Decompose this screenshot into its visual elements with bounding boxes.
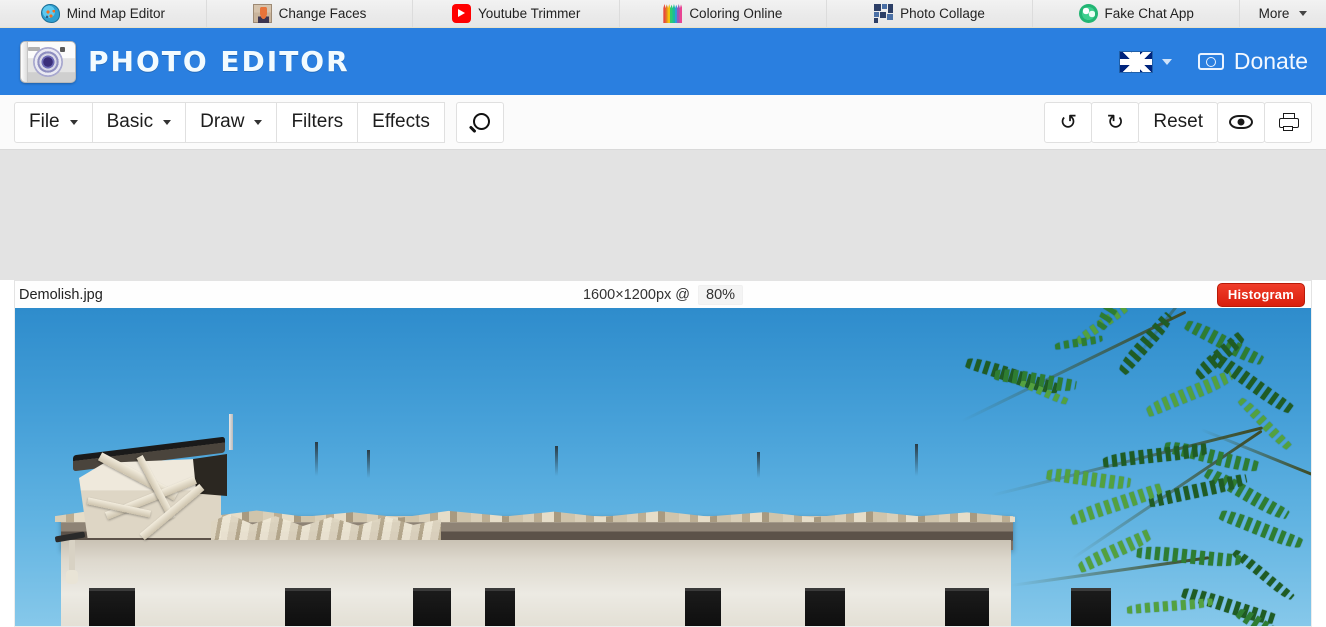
uk-flag-icon [1119, 51, 1152, 72]
toolbar-right-group: ↺ ↻ Reset [1044, 101, 1312, 143]
mindmap-icon [40, 4, 60, 23]
nav-more-label: More [1258, 5, 1290, 21]
menu-basic[interactable]: Basic [92, 101, 187, 143]
chevron-down-icon [1161, 58, 1172, 65]
chevron-down-icon [1299, 11, 1308, 16]
toolbar-left-group: File Basic Draw Filters Effects [14, 101, 504, 143]
menu-file[interactable]: File [14, 101, 93, 143]
hanging-debris [66, 540, 78, 584]
window-opening [685, 588, 721, 626]
undo-icon: ↺ [1059, 110, 1078, 134]
collapsed-corner [73, 436, 227, 541]
partner-nav: Mind Map Editor Change Faces Youtube Tri… [0, 0, 1326, 28]
language-selector[interactable] [1119, 51, 1172, 72]
search-button[interactable] [455, 101, 504, 143]
pencils-icon [663, 4, 683, 23]
menu-filters[interactable]: Filters [277, 101, 359, 143]
demolished-building-photo [15, 308, 1311, 626]
chevron-down-icon [69, 119, 78, 125]
nav-item-label: Fake Chat App [1104, 5, 1194, 21]
tool-panel-area [0, 150, 1326, 280]
collage-icon [874, 4, 894, 23]
print-button[interactable] [1264, 101, 1312, 143]
donate-label: Donate [1233, 48, 1308, 74]
menu-draw[interactable]: Draw [186, 101, 278, 143]
preview-button[interactable] [1217, 101, 1265, 143]
brand-logo[interactable]: PHOTO EDITOR [20, 40, 350, 83]
nav-item-mind-map-editor[interactable]: Mind Map Editor [0, 0, 207, 27]
nav-item-change-faces[interactable]: Change Faces [207, 0, 414, 27]
nav-item-fake-chat-app[interactable]: Fake Chat App [1033, 0, 1241, 27]
menu-effects[interactable]: Effects [358, 101, 445, 143]
menu-effects-label: Effects [372, 111, 430, 132]
nav-item-label: Coloring Online [689, 5, 783, 21]
window-opening [285, 588, 331, 626]
chevron-down-icon [163, 119, 172, 125]
nav-item-coloring-online[interactable]: Coloring Online [620, 0, 827, 27]
search-icon [469, 112, 491, 133]
window-opening [89, 588, 135, 626]
chevron-down-icon [254, 119, 263, 125]
building-facade [61, 540, 1011, 626]
donate-button[interactable]: Donate [1197, 48, 1308, 75]
camera-icon [20, 40, 76, 83]
menu-basic-label: Basic [106, 111, 154, 132]
menu-filters-label: Filters [291, 111, 344, 132]
window-opening [485, 588, 515, 626]
menu-file-label: File [29, 111, 60, 132]
editor-toolbar: File Basic Draw Filters Effects ↺ ↻ Rese… [0, 95, 1326, 150]
dimensions-label: 1600×1200px @ [582, 286, 691, 303]
header-actions: Donate [1119, 48, 1308, 75]
banknote-icon [1197, 53, 1224, 70]
chat-icon [1078, 4, 1098, 23]
nav-item-label: Youtube Trimmer [478, 5, 581, 21]
antenna [229, 414, 233, 450]
window-opening [805, 588, 845, 626]
zoom-level-select[interactable]: 80% [698, 284, 744, 305]
reset-button[interactable]: Reset [1138, 101, 1218, 143]
file-name: Demolish.jpg [19, 286, 103, 303]
eye-icon [1229, 115, 1253, 129]
app-title: PHOTO EDITOR [88, 45, 350, 78]
nav-item-label: Mind Map Editor [66, 5, 165, 21]
redo-button[interactable]: ↻ [1091, 101, 1140, 143]
window-opening [413, 588, 451, 626]
printer-icon [1278, 113, 1299, 131]
tree-branches [951, 308, 1311, 626]
nav-item-youtube-trimmer[interactable]: Youtube Trimmer [413, 0, 621, 27]
image-dimensions: 1600×1200px @ 80% [582, 284, 744, 305]
histogram-button[interactable]: Histogram [1216, 282, 1305, 307]
nav-item-label: Photo Collage [900, 5, 985, 21]
nav-item-label: Change Faces [278, 5, 367, 21]
image-canvas[interactable] [14, 308, 1312, 627]
undo-button[interactable]: ↺ [1044, 101, 1093, 143]
face-icon [252, 4, 272, 23]
menu-draw-label: Draw [200, 111, 245, 132]
app-header: PHOTO EDITOR Donate [0, 28, 1326, 95]
nav-item-photo-collage[interactable]: Photo Collage [827, 0, 1034, 27]
youtube-icon [452, 4, 472, 23]
redo-icon: ↻ [1106, 110, 1125, 134]
nav-item-more[interactable]: More [1240, 0, 1326, 27]
file-info-bar: Demolish.jpg 1600×1200px @ 80% Histogram [14, 280, 1312, 308]
reset-label: Reset [1153, 111, 1203, 132]
